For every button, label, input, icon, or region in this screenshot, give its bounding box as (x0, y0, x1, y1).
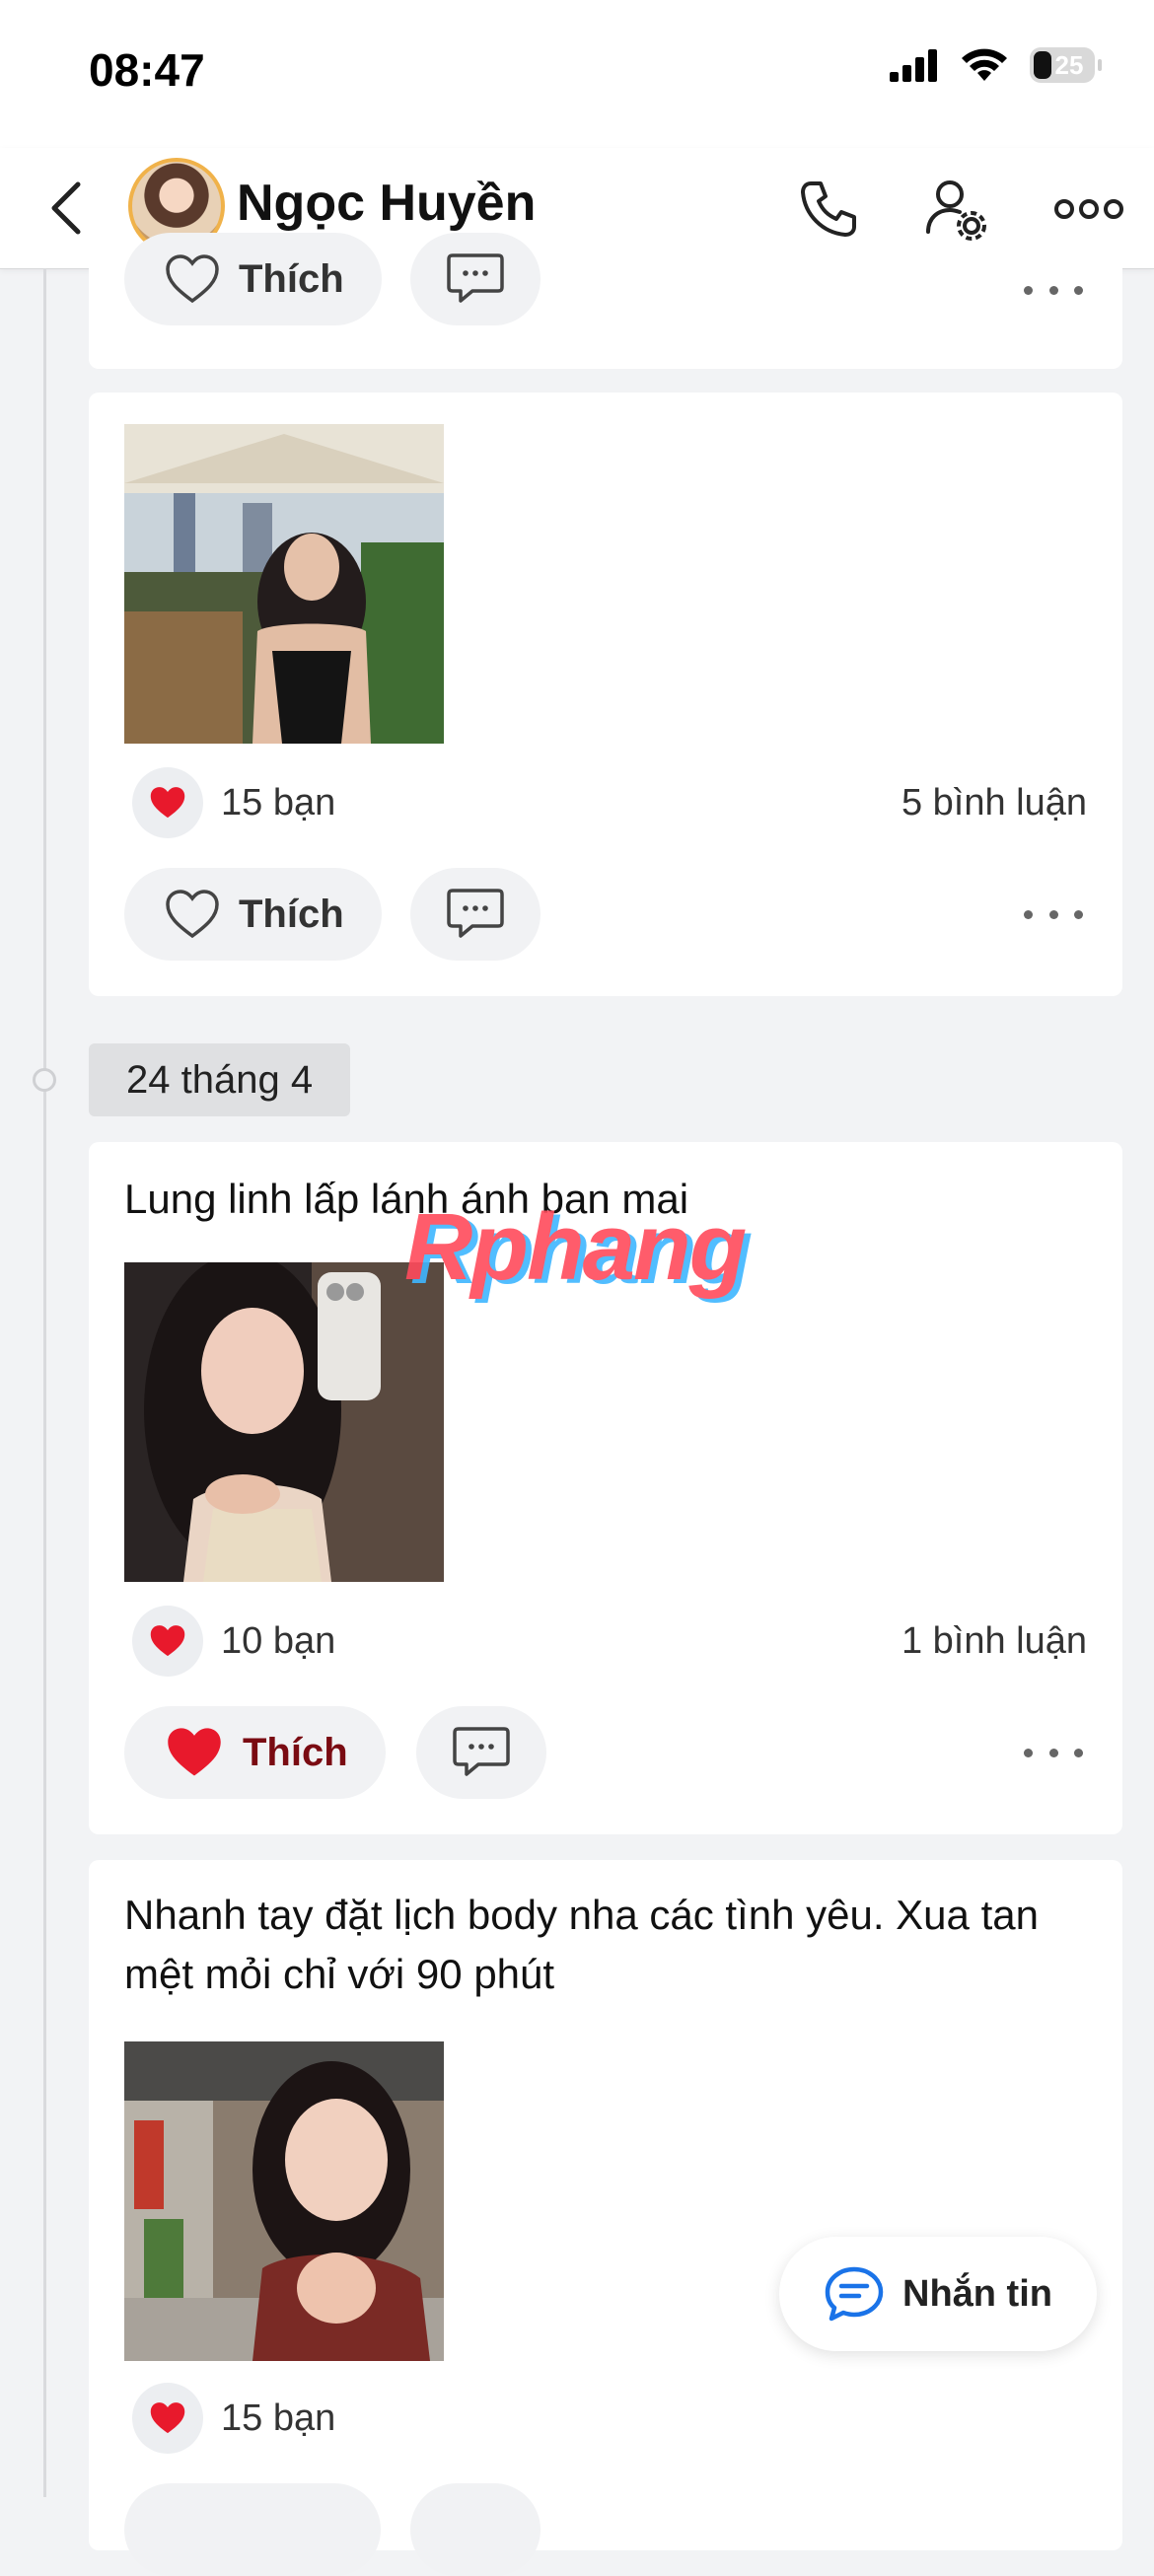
back-button[interactable] (36, 176, 95, 241)
post-photo-image (124, 1262, 444, 1582)
wifi-icon (962, 48, 1007, 81)
comment-button[interactable] (410, 2483, 541, 2576)
like-label: Thích (239, 256, 344, 301)
post-card: 15 bạn 5 bình luận Thích (89, 393, 1122, 996)
post-photo-image (124, 2041, 444, 2361)
comment-icon (453, 1727, 510, 1776)
profile-settings-button[interactable] (917, 170, 996, 249)
profile-name[interactable]: Ngọc Huyền (237, 174, 536, 233)
comment-count[interactable]: 1 bình luận (902, 1620, 1087, 1663)
reaction-count: 15 bạn (221, 781, 336, 823)
comment-button[interactable] (410, 868, 541, 961)
post-card: Nhanh tay đặt lịch body nha các tình yêu… (89, 1860, 1122, 2576)
timeline-line (43, 268, 46, 2497)
status-bar: 08:47 25 (0, 0, 1154, 148)
like-button[interactable]: Thích (124, 868, 382, 961)
user-settings-icon (926, 180, 986, 241)
like-button[interactable] (124, 2483, 381, 2576)
battery-level: 25 (1054, 49, 1084, 80)
date-separator: 24 tháng 4 (89, 1043, 351, 1116)
reaction-heart (132, 1606, 203, 1677)
post-text: Nhanh tay đặt lịch body nha các tình yêu… (124, 1892, 1039, 1997)
heart-outline-icon (166, 890, 219, 939)
battery-icon: 25 (1030, 47, 1102, 83)
heart-outline-icon (166, 254, 219, 304)
reaction-row[interactable]: 15 bạn (132, 2383, 1087, 2454)
call-button[interactable] (789, 170, 868, 249)
post-photo-image (124, 424, 444, 744)
post-photo[interactable] (124, 2041, 444, 2361)
reaction-row[interactable]: 15 bạn 5 bình luận (132, 767, 1087, 838)
timeline-dot (33, 1068, 56, 1092)
more-options-button[interactable] (1049, 170, 1128, 249)
like-button[interactable]: Thích (124, 1706, 386, 1799)
status-icons: 25 (890, 47, 1102, 83)
like-label: Thích (243, 1730, 348, 1774)
reaction-count: 15 bạn (221, 2397, 336, 2439)
post-photo[interactable] (124, 424, 444, 744)
heart-filled-icon (168, 1728, 221, 1776)
comment-button[interactable] (410, 233, 541, 325)
comment-count[interactable]: 5 bình luận (902, 782, 1087, 824)
post-more-button[interactable] (1024, 280, 1083, 300)
heart-filled-icon (150, 2402, 185, 2434)
heart-filled-icon (150, 787, 185, 819)
reaction-row[interactable]: 10 bạn 1 bình luận (132, 1606, 1087, 1677)
cellular-signal-icon (890, 49, 937, 82)
status-time: 08:47 (89, 44, 205, 96)
reaction-count: 10 bạn (221, 1619, 336, 1662)
phone-icon (801, 181, 856, 237)
watermark-logo: Rphang (404, 1194, 747, 1300)
message-button-label: Nhắn tin (902, 2272, 1052, 2315)
post-card: Thích (89, 233, 1122, 369)
reaction-heart (132, 2383, 203, 2454)
like-label: Thích (239, 892, 344, 936)
comment-icon (447, 253, 504, 303)
post-more-button[interactable] (1024, 904, 1083, 924)
like-button[interactable]: Thích (124, 233, 382, 325)
chat-bubble-icon (825, 2266, 884, 2322)
post-photo[interactable] (124, 1262, 444, 1582)
post-more-button[interactable] (1024, 1743, 1083, 1762)
heart-filled-icon (150, 1625, 185, 1657)
message-button[interactable]: Nhắn tin (779, 2237, 1097, 2351)
comment-button[interactable] (416, 1706, 546, 1799)
more-horizontal-icon (1054, 199, 1123, 219)
chevron-left-icon (51, 181, 81, 235)
reaction-heart (132, 767, 203, 838)
comment-icon (447, 889, 504, 938)
